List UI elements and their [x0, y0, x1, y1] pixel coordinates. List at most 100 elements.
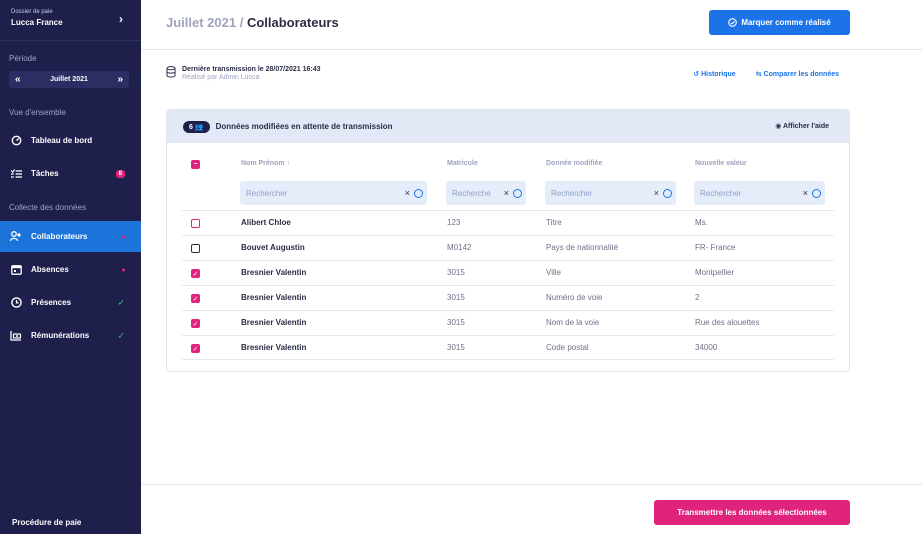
- clear-icon[interactable]: ×: [654, 188, 659, 198]
- col-label: Nom Prénom: [241, 160, 285, 167]
- sidebar-item-absences[interactable]: Absences: [0, 254, 141, 285]
- cell-donnee: Nom de la voie: [546, 318, 600, 327]
- clear-icon[interactable]: ×: [405, 188, 410, 198]
- transmission-info: Dernière transmission le 28/07/2021 16:4…: [166, 66, 321, 81]
- cell-donnee: Pays de nationnalité: [546, 243, 619, 252]
- sidebar-item-label: Collaborateurs: [31, 232, 88, 241]
- cell-donnee: Titre: [546, 218, 562, 227]
- count-value: 6: [189, 123, 193, 131]
- sidebar-item-label: Rémunérations: [31, 331, 90, 340]
- table-row[interactable]: Alibert Chloe 123 Titre Ms.: [182, 210, 834, 235]
- search-matricule[interactable]: Recherche ×: [446, 181, 526, 205]
- help-label: Afficher l'aide: [782, 123, 829, 130]
- eye-icon: ◉: [775, 123, 782, 130]
- row-checkbox[interactable]: ✓: [191, 269, 200, 278]
- check-icon: ✓: [117, 330, 125, 340]
- cell-matricule: 3015: [447, 268, 465, 277]
- clear-icon[interactable]: ×: [504, 188, 509, 198]
- status-dot: [122, 268, 125, 271]
- sort-up-icon: ↑: [286, 160, 291, 167]
- status-dot: [122, 235, 125, 238]
- cell-valeur: Montpellier: [695, 268, 735, 277]
- search-nom[interactable]: Rechercher ×: [240, 181, 427, 205]
- cell-nom: Bresnier Valentin: [241, 318, 307, 327]
- periode-title: Période: [9, 54, 37, 63]
- cell-donnee: Ville: [546, 268, 561, 277]
- money-icon: [10, 330, 22, 342]
- search-valeur[interactable]: Rechercher ×: [694, 181, 825, 205]
- breadcrumb-current: Collaborateurs: [246, 15, 339, 30]
- search-icon[interactable]: [663, 188, 672, 198]
- search-donnee[interactable]: Rechercher ×: [545, 181, 676, 205]
- sidebar-item-taches[interactable]: Tâches 8: [0, 158, 141, 189]
- row-checkbox[interactable]: ✓: [191, 319, 200, 328]
- sidebar-item-collaborateurs[interactable]: Collaborateurs: [0, 221, 141, 252]
- sidebar-item-label: Présences: [31, 298, 72, 307]
- cell-nom: Bouvet Augustin: [241, 243, 305, 252]
- row-checkbox[interactable]: ✓: [191, 344, 200, 353]
- double-chevron-left-icon[interactable]: «: [15, 74, 21, 85]
- help-toggle[interactable]: ◉ Afficher l'aide: [775, 122, 829, 130]
- period-value: Juillet 2021: [50, 76, 88, 83]
- row-checkbox[interactable]: [191, 219, 200, 228]
- select-all-checkbox[interactable]: −: [191, 160, 200, 169]
- compare-link[interactable]: ⇆ Comparer les données: [756, 70, 839, 78]
- search-icon[interactable]: [414, 188, 423, 198]
- col-header-donnee[interactable]: Donnée modifiée: [546, 160, 602, 167]
- cell-valeur: FR- France: [695, 243, 736, 252]
- row-checkbox[interactable]: ✓: [191, 294, 200, 303]
- cell-matricule: M0142: [447, 243, 472, 252]
- sidebar-item-label: Absences: [31, 265, 69, 274]
- search-placeholder: Recherche: [452, 188, 491, 198]
- col-header-matricule[interactable]: Matricule: [447, 160, 478, 167]
- historique-link[interactable]: ↺ Historique: [693, 70, 735, 78]
- cell-nom: Alibert Chloe: [241, 218, 291, 227]
- card-header: 6 👥 Données modifiées en attente de tran…: [167, 110, 849, 143]
- sidebar-item-remunerations[interactable]: Rémunérations ✓: [0, 320, 141, 351]
- check-icon: ✓: [117, 297, 125, 307]
- mark-done-label: Marquer comme réalisé: [741, 18, 831, 27]
- sidebar-item-label: Tableau de bord: [31, 136, 93, 145]
- cell-valeur: Ms.: [695, 218, 708, 227]
- table-row[interactable]: Bouvet Augustin M0142 Pays de nationnali…: [182, 235, 834, 260]
- compare-icon: ⇆: [755, 71, 762, 78]
- table-row[interactable]: ✓ Bresnier Valentin 3015 Code postal 340…: [182, 335, 834, 360]
- procedure-link[interactable]: Procédure de paie: [12, 518, 81, 527]
- cell-valeur: Rue des alouettes: [695, 318, 760, 327]
- last-transmission: Dernière transmission le 28/07/2021 16:4…: [182, 66, 321, 73]
- cell-matricule: 123: [447, 218, 461, 227]
- done-by: Réalisé par Admin Lucca: [182, 74, 260, 81]
- sidebar-item-tableau-de-bord[interactable]: Tableau de bord: [0, 125, 141, 156]
- table-row[interactable]: ✓ Bresnier Valentin 3015 Numéro de voie …: [182, 285, 834, 310]
- dossier-selector[interactable]: Dossier de paie Lucca France ›: [0, 0, 141, 41]
- search-placeholder: Rechercher: [246, 188, 288, 198]
- list-check-icon: [10, 168, 22, 180]
- search-placeholder: Rechercher: [700, 188, 742, 198]
- breadcrumb-period[interactable]: Juillet 2021 /: [166, 15, 243, 30]
- cell-valeur: 34000: [695, 343, 718, 352]
- clear-icon[interactable]: ×: [803, 188, 808, 198]
- search-icon[interactable]: [812, 188, 821, 198]
- card-title: Données modifiées en attente de transmis…: [215, 122, 393, 131]
- check-circle-icon: [728, 18, 738, 27]
- table-row[interactable]: ✓ Bresnier Valentin 3015 Nom de la voie …: [182, 310, 834, 335]
- cell-matricule: 3015: [447, 318, 465, 327]
- sidebar-item-label: Tâches: [31, 169, 59, 178]
- col-header-valeur[interactable]: Nouvelle valeur: [695, 160, 747, 167]
- cell-nom: Bresnier Valentin: [241, 343, 307, 352]
- page-title: Juillet 2021 / Collaborateurs: [166, 15, 339, 30]
- row-checkbox[interactable]: [191, 244, 200, 253]
- footer-bar: Transmettre les données sélectionnées: [141, 484, 922, 534]
- cell-donnee: Code postal: [546, 343, 589, 352]
- search-icon[interactable]: [513, 188, 522, 198]
- chevron-right-icon[interactable]: ›: [119, 12, 123, 26]
- cell-nom: Bresnier Valentin: [241, 268, 307, 277]
- sidebar-item-presences[interactable]: Présences ✓: [0, 287, 141, 318]
- transmit-button[interactable]: Transmettre les données sélectionnées: [654, 500, 850, 525]
- table-row[interactable]: ✓ Bresnier Valentin 3015 Ville Montpelli…: [182, 260, 834, 285]
- col-header-nom[interactable]: Nom Prénom ↑: [241, 160, 290, 167]
- double-chevron-right-icon[interactable]: »: [117, 74, 123, 85]
- mark-done-button[interactable]: Marquer comme réalisé: [709, 10, 850, 35]
- sidebar: Dossier de paie Lucca France › Période «…: [0, 0, 141, 534]
- clock-icon: [10, 297, 22, 309]
